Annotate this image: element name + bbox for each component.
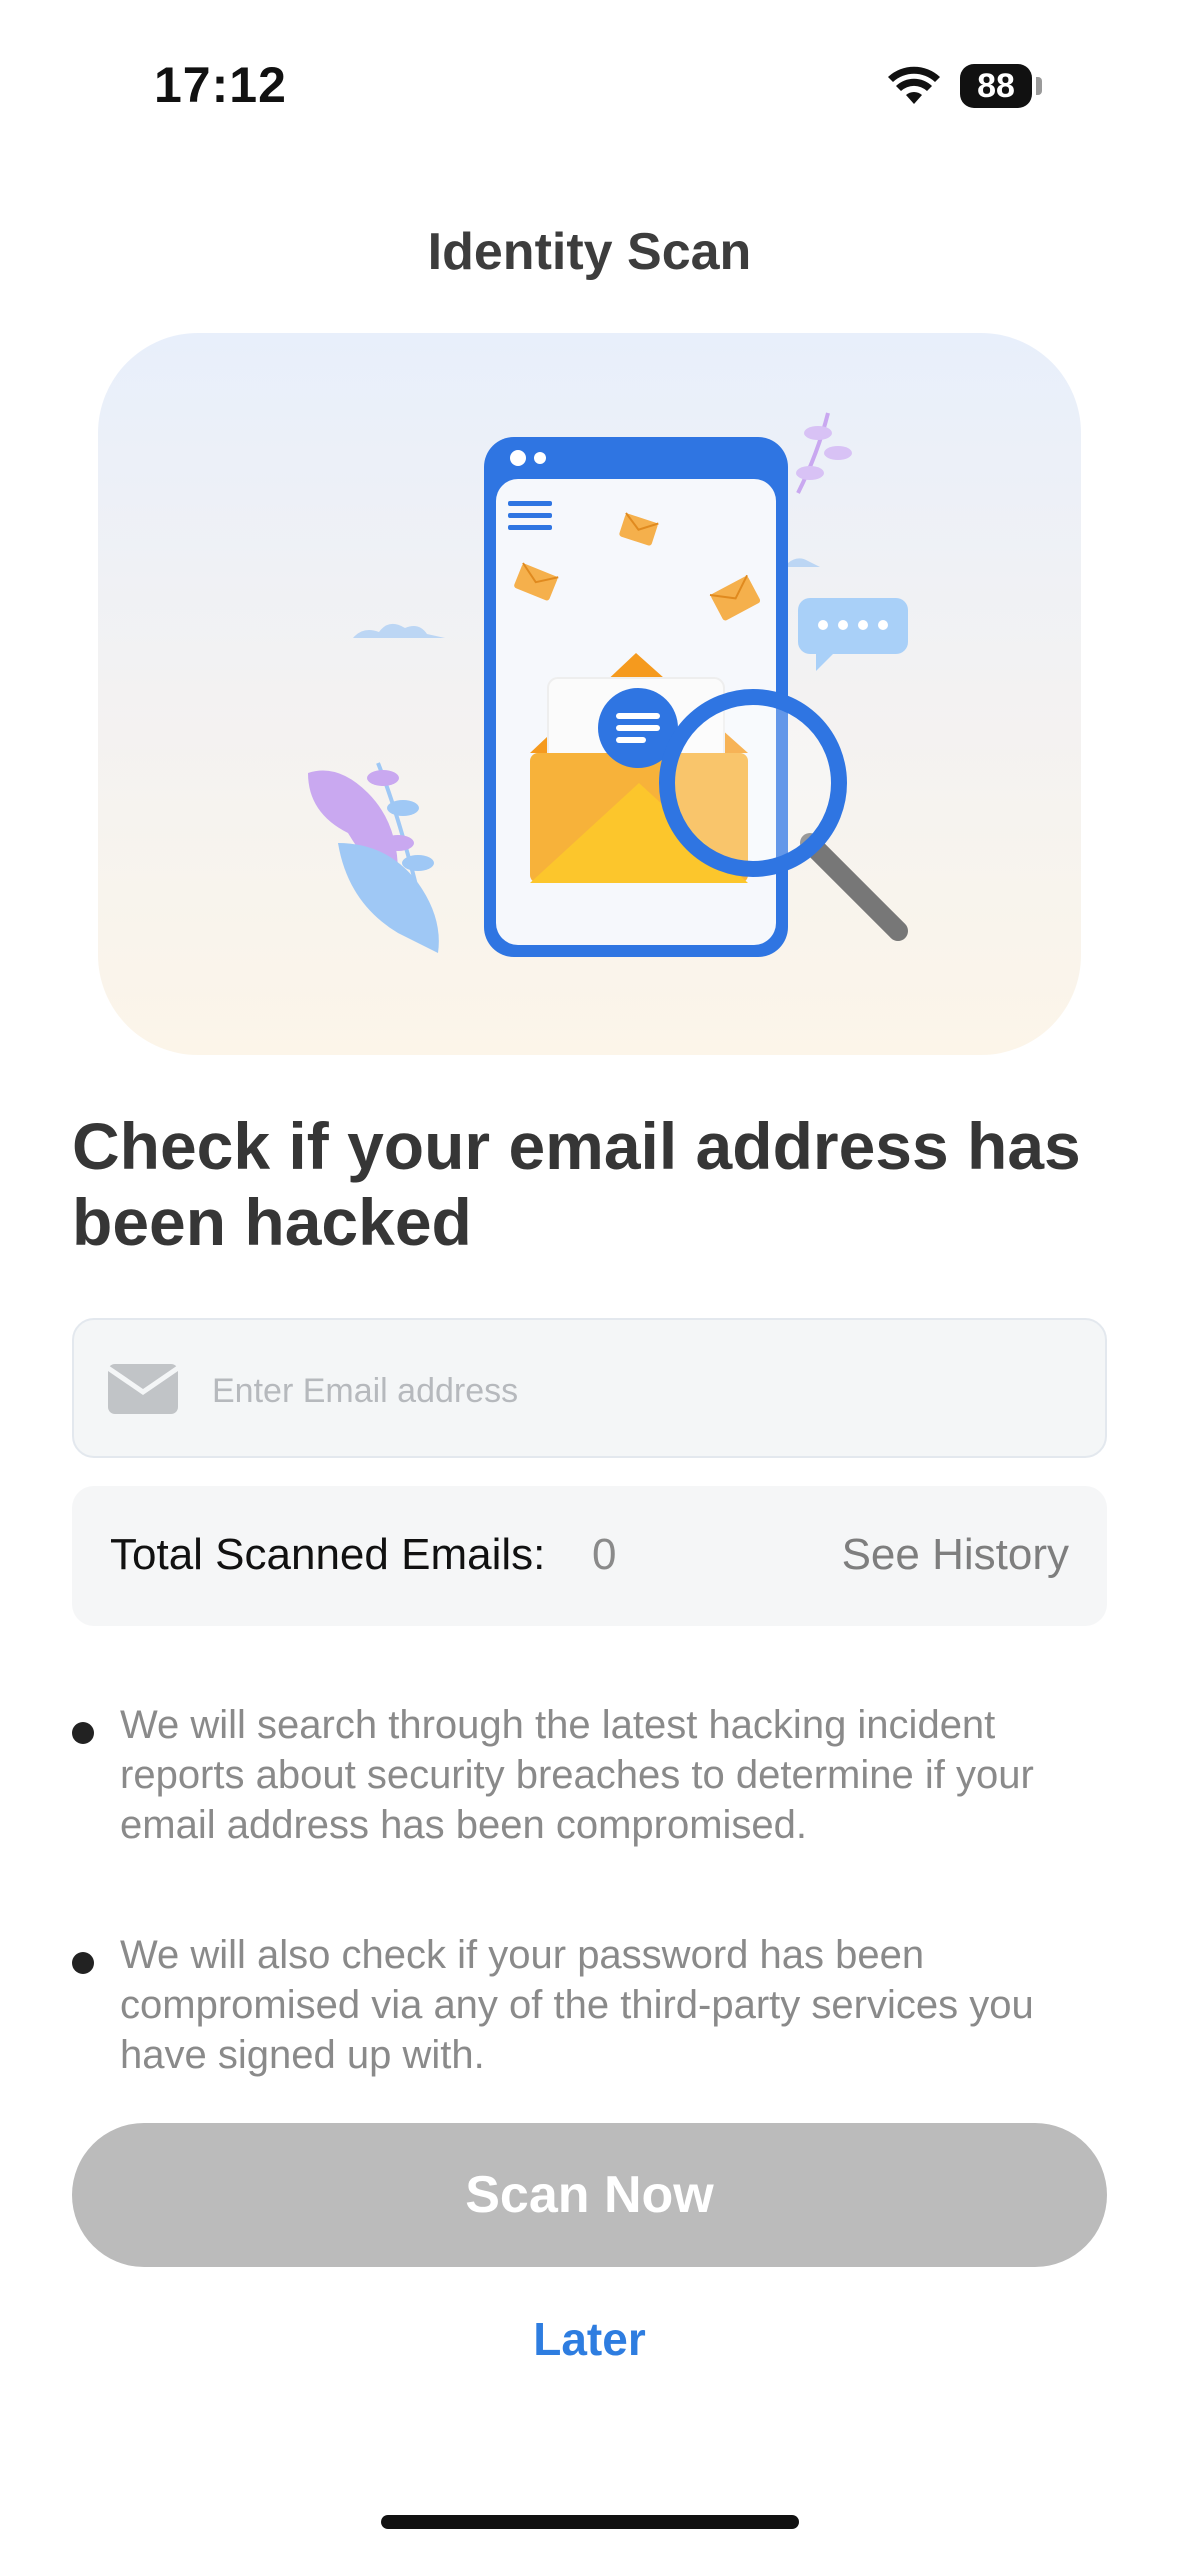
envelope-icon: [108, 1364, 178, 1414]
scan-stats-card: Total Scanned Emails: 0 See History: [72, 1486, 1107, 1626]
total-scanned-label: Total Scanned Emails:: [110, 1530, 546, 1579]
total-scanned-count: 0: [592, 1530, 617, 1579]
hero-illustration: [98, 333, 1081, 1055]
email-input[interactable]: [210, 1358, 1074, 1424]
wifi-icon: [888, 66, 940, 104]
bullet-dot: [72, 1952, 94, 1974]
email-field[interactable]: [72, 1318, 1107, 1458]
battery-icon: 88: [960, 64, 1032, 108]
scan-now-button[interactable]: Scan Now: [72, 2123, 1107, 2267]
later-button[interactable]: Later: [0, 2312, 1179, 2366]
bullet-dot: [72, 1722, 94, 1744]
status-time: 17:12: [154, 57, 287, 113]
bullet-text: We will search through the latest hackin…: [120, 1703, 1034, 1847]
bullet-text: We will also check if your password has …: [120, 1933, 1034, 2077]
home-indicator: [381, 2515, 799, 2529]
status-bar: 17:12 88: [0, 0, 1179, 170]
battery-level: 88: [977, 67, 1015, 105]
email-security-illustration: [308, 412, 908, 957]
headline: Check if your email address has been hac…: [72, 1109, 1081, 1259]
battery-cap: [1036, 77, 1042, 95]
page-title: Identity Scan: [427, 223, 752, 281]
see-history-link[interactable]: See History: [842, 1530, 1069, 1580]
